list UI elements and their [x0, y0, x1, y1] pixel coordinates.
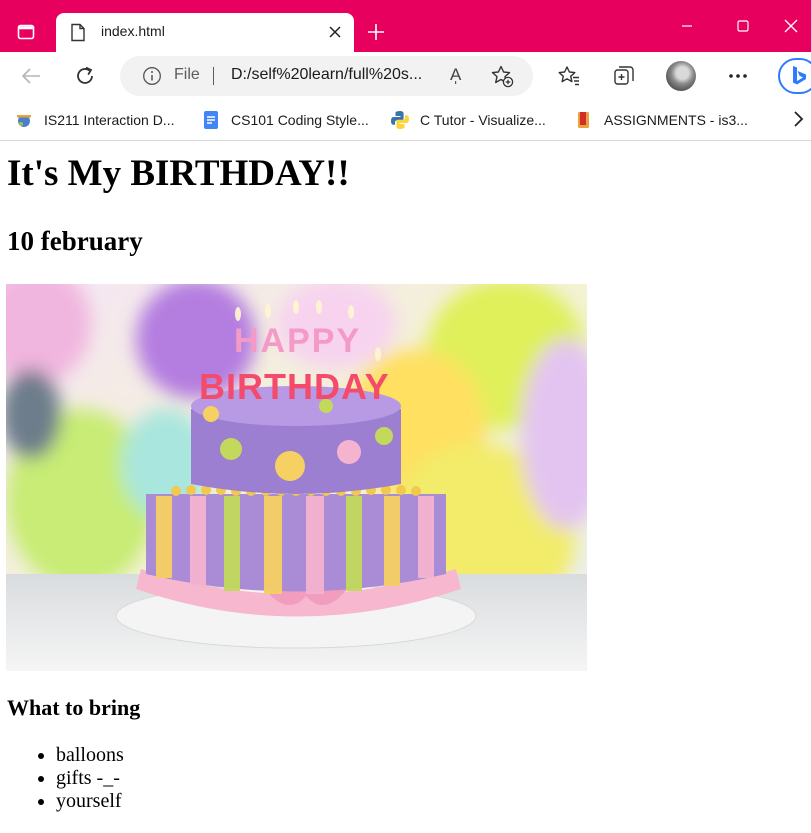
web-app-icon — [14, 110, 34, 130]
read-aloud-icon[interactable]: A̩ — [450, 65, 461, 85]
cake-birthday-text: BIRTHDAY — [199, 366, 390, 407]
info-icon[interactable] — [142, 66, 162, 86]
section-title: What to bring — [7, 695, 141, 720]
page-content: It's My BIRTHDAY!! 10 february HAPPY BIR… — [0, 141, 811, 833]
bookmark-is211[interactable]: IS211 Interaction D... — [14, 109, 174, 131]
bing-copilot-button[interactable] — [778, 58, 811, 94]
tab-title: index.html — [101, 23, 165, 39]
chevron-right-icon[interactable] — [790, 109, 808, 129]
google-docs-icon — [201, 110, 221, 130]
bookmark-cs101[interactable]: CS101 Coding Style... — [201, 109, 369, 131]
maximize-button[interactable] — [714, 0, 772, 52]
tab-actions-button[interactable] — [8, 14, 44, 50]
tab-index-html[interactable]: index.html — [56, 13, 354, 52]
more-icon — [729, 74, 747, 78]
back-arrow-icon — [21, 68, 40, 84]
new-tab-icon[interactable] — [366, 22, 386, 42]
bookmark-assignments[interactable]: ASSIGNMENTS - is3... — [574, 109, 748, 131]
page-heading: It's My BIRTHDAY!! — [7, 153, 350, 194]
profile-avatar[interactable] — [666, 61, 696, 91]
file-icon — [71, 23, 85, 42]
python-icon — [390, 110, 410, 130]
bookmark-label: ASSIGNMENTS - is3... — [604, 112, 748, 128]
browser-toolbar: File D:/self%20learn/full%20s... A̩ — [0, 52, 811, 100]
favorites-button[interactable] — [557, 64, 581, 88]
close-icon[interactable] — [328, 25, 342, 39]
window-close-icon — [784, 19, 797, 33]
cake-happy-text: HAPPY — [234, 322, 361, 360]
bookmark-book-icon — [574, 110, 594, 130]
back-button[interactable] — [19, 64, 43, 88]
title-bar: index.html — [0, 0, 811, 52]
bookmark-label: IS211 Interaction D... — [44, 112, 175, 128]
minimize-icon — [682, 25, 692, 27]
bring-list: balloons gifts -_- yourself — [0, 744, 124, 813]
list-item: yourself — [56, 790, 124, 813]
address-scheme: File — [174, 66, 200, 83]
date-heading: 10 february — [7, 226, 143, 256]
address-divider — [213, 67, 214, 85]
bookmarks-bar: IS211 Interaction D... CS101 Coding Styl… — [0, 100, 811, 141]
favorites-icon — [558, 66, 579, 86]
tab-actions-icon — [17, 24, 35, 40]
window-close-button[interactable] — [770, 0, 811, 52]
bookmark-label: CS101 Coding Style... — [231, 112, 369, 128]
collections-icon — [614, 66, 634, 85]
bing-icon — [793, 66, 806, 85]
refresh-icon — [77, 66, 93, 84]
bookmark-c-tutor[interactable]: C Tutor - Visualize... — [390, 109, 546, 131]
address-url[interactable]: D:/self%20learn/full%20s... — [231, 66, 422, 84]
add-favorite-icon[interactable] — [490, 64, 514, 88]
maximize-icon — [737, 20, 749, 32]
address-bar[interactable]: File D:/self%20learn/full%20s... A̩ — [120, 56, 533, 96]
birthday-cake-image: HAPPY BIRTHDAY — [6, 284, 587, 671]
list-item: balloons — [56, 744, 124, 767]
list-item: gifts -_- — [56, 767, 124, 790]
collections-button[interactable] — [612, 64, 636, 88]
refresh-button[interactable] — [73, 64, 97, 88]
more-menu-button[interactable] — [726, 64, 750, 88]
bookmark-label: C Tutor - Visualize... — [420, 112, 546, 128]
minimize-button[interactable] — [658, 0, 716, 52]
